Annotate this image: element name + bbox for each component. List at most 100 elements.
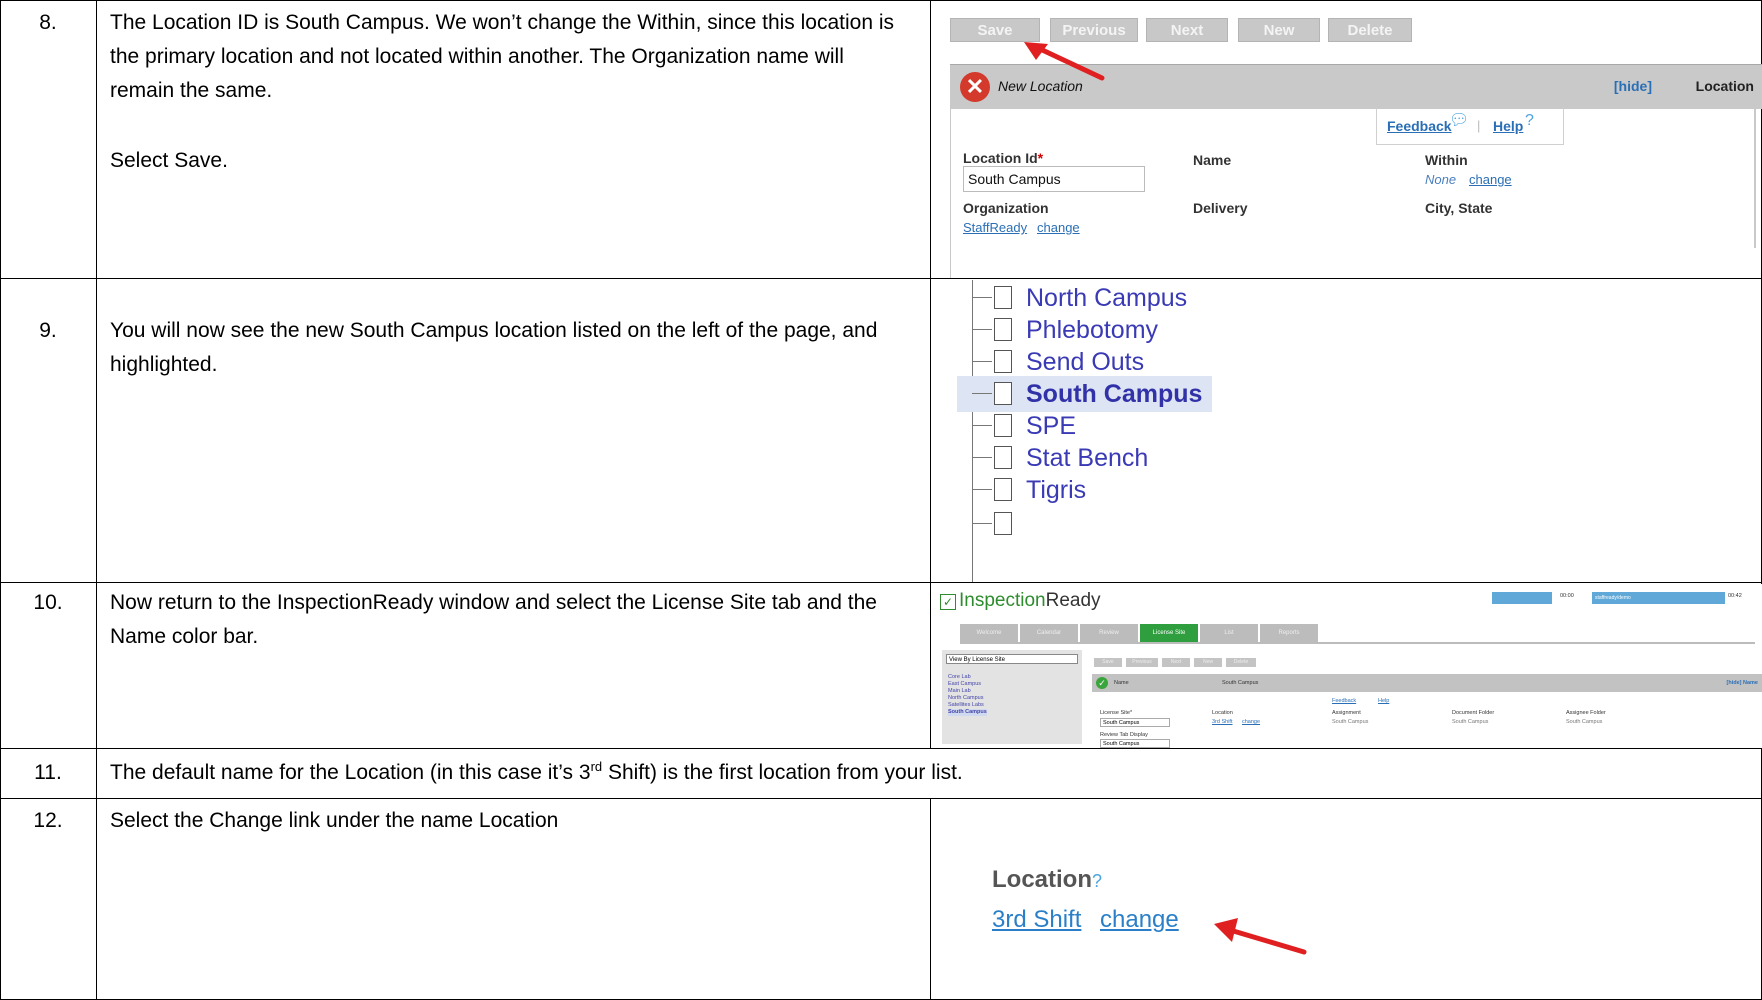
license-site-input[interactable]: South Campus [1100, 718, 1170, 727]
name-bar-value: South Campus [1222, 680, 1259, 686]
location-id-input[interactable]: South Campus [963, 166, 1145, 192]
tree-item-partial [932, 506, 1212, 542]
check-icon: ✓ [940, 594, 956, 610]
help-link[interactable]: Help [1378, 698, 1389, 704]
step-text: Select the Change link under the name Lo… [110, 804, 910, 838]
table-border [0, 798, 1762, 799]
assignee-folder-label: Assignee Folder [1566, 710, 1606, 716]
tree-item-label: South Campus [1026, 380, 1203, 408]
site-item[interactable]: East Campus [948, 681, 987, 688]
new-button[interactable]: New [1238, 18, 1320, 42]
step-text: The Location ID is South Campus. We won’… [110, 6, 910, 178]
site-item-selected[interactable]: South Campus [948, 709, 987, 716]
tab-calendar[interactable]: Calendar [1020, 624, 1078, 642]
next-button[interactable]: Next [1146, 18, 1228, 42]
document-icon [994, 512, 1012, 535]
tree-item[interactable]: Stat Bench [932, 440, 1212, 476]
tab-underline [960, 642, 1755, 644]
tab-reports[interactable]: Reports [1260, 624, 1318, 642]
next-button[interactable]: Next [1162, 658, 1190, 667]
tree-item[interactable]: Tigris [932, 472, 1212, 508]
within-change-link[interactable]: change [1469, 172, 1512, 187]
site-item[interactable]: Main Lab [948, 688, 987, 695]
tree-branch [972, 425, 992, 426]
tree-item-selected[interactable]: South Campus [957, 376, 1212, 412]
step-text: The default name for the Location (in th… [110, 756, 1750, 790]
close-icon[interactable]: ✕ [960, 72, 990, 102]
within-label: Within [1425, 152, 1468, 168]
tree-branch [972, 361, 992, 362]
top-user-box [1492, 592, 1552, 604]
new-button[interactable]: New [1194, 658, 1222, 667]
document-icon [994, 286, 1012, 309]
save-button[interactable]: Save [950, 18, 1040, 42]
hide-link[interactable]: [hide] [1614, 78, 1652, 94]
tree-branch [972, 489, 992, 490]
location-value-link[interactable]: 3rd Shift [992, 906, 1081, 934]
tab-review[interactable]: Review [1080, 624, 1138, 642]
review-tab-input[interactable]: South Campus [1100, 739, 1170, 748]
location-label: Location [1212, 710, 1233, 716]
form-right-edge [1754, 108, 1756, 248]
question-icon: ? [1525, 112, 1534, 129]
document-icon [994, 446, 1012, 469]
table-border [96, 0, 97, 1000]
site-item[interactable]: Core Lab [948, 674, 987, 681]
tree-item-label: Tigris [1026, 476, 1087, 504]
top-user-link[interactable]: staffready/demo [1592, 592, 1725, 604]
tab-welcome[interactable]: Welcome [960, 624, 1018, 642]
tree-item[interactable]: SPE [932, 408, 1212, 444]
organization-link[interactable]: StaffReady [963, 220, 1027, 235]
name-color-bar[interactable]: ✓ Name South Campus [hide] Name [1092, 674, 1762, 692]
tree-branch [972, 457, 992, 458]
tree-item[interactable]: Phlebotomy [932, 312, 1212, 348]
tree-item[interactable]: North Campus [932, 280, 1212, 316]
delete-button[interactable]: Delete [1226, 658, 1256, 667]
table-border [0, 278, 1762, 279]
red-arrow-pointer [1214, 918, 1307, 955]
tree-item[interactable]: Send Outs [932, 344, 1212, 380]
city-state-label: City, State [1425, 200, 1493, 216]
feedback-link[interactable]: Feedback [1332, 698, 1356, 704]
red-arrow-pointer [1024, 42, 1105, 81]
tree-branch [972, 523, 992, 524]
location-change-link[interactable]: change [1100, 906, 1179, 934]
site-item[interactable]: Satellites Labs [948, 702, 987, 709]
tab-list[interactable]: List [1200, 624, 1258, 642]
help-link[interactable]: Help [1493, 118, 1523, 134]
feedback-link[interactable]: Feedback [1387, 118, 1452, 134]
previous-button[interactable]: Previous [1050, 18, 1138, 42]
document-icon [994, 350, 1012, 373]
name-label: Name [1193, 152, 1232, 168]
step-paragraph: The Location ID is South Campus. We won’… [110, 11, 895, 102]
save-button[interactable]: Save [1094, 658, 1122, 667]
header-location-label: Location [1695, 78, 1754, 94]
site-item[interactable]: North Campus [948, 695, 987, 702]
assignment-label: Assignment [1332, 710, 1361, 716]
assignment-value: South Campus [1332, 719, 1369, 725]
step-paragraph: You will now see the new South Campus lo… [110, 319, 878, 376]
step-number: 11. [34, 761, 62, 784]
location-change-link[interactable]: change [1242, 719, 1260, 725]
inspectionready-screenshot: ✓ InspectionReady 00:00 staffready/demo 0… [932, 584, 1762, 748]
site-tree: Core Lab East Campus Main Lab North Camp… [948, 674, 987, 716]
previous-button[interactable]: Previous [1126, 658, 1158, 667]
step-text: You will now see the new South Campus lo… [110, 314, 910, 382]
location-label: Location? [992, 866, 1103, 893]
location-value-link[interactable]: 3rd Shift [1212, 719, 1232, 725]
document-folder-label: Document Folder [1452, 710, 1495, 716]
form-body: Feedback 💬︎ | Help ? Location Id* South … [950, 108, 1762, 278]
tab-license-site[interactable]: License Site [1140, 624, 1198, 642]
view-by-select[interactable]: View By License Site [946, 654, 1078, 664]
tree-item-label: Stat Bench [1026, 444, 1149, 472]
delivery-label: Delivery [1193, 200, 1248, 216]
inspectionready-logo: ✓ InspectionReady [940, 590, 1101, 612]
organization-change-link[interactable]: change [1037, 220, 1080, 235]
tree-branch [972, 393, 992, 394]
hide-name-link[interactable]: [hide] Name [1727, 680, 1758, 686]
document-folder-value: South Campus [1452, 719, 1489, 725]
name-bar-label: Name [1114, 680, 1129, 686]
table-border [0, 0, 1, 1000]
delete-button[interactable]: Delete [1328, 18, 1412, 42]
step-number: 9. [39, 319, 57, 342]
